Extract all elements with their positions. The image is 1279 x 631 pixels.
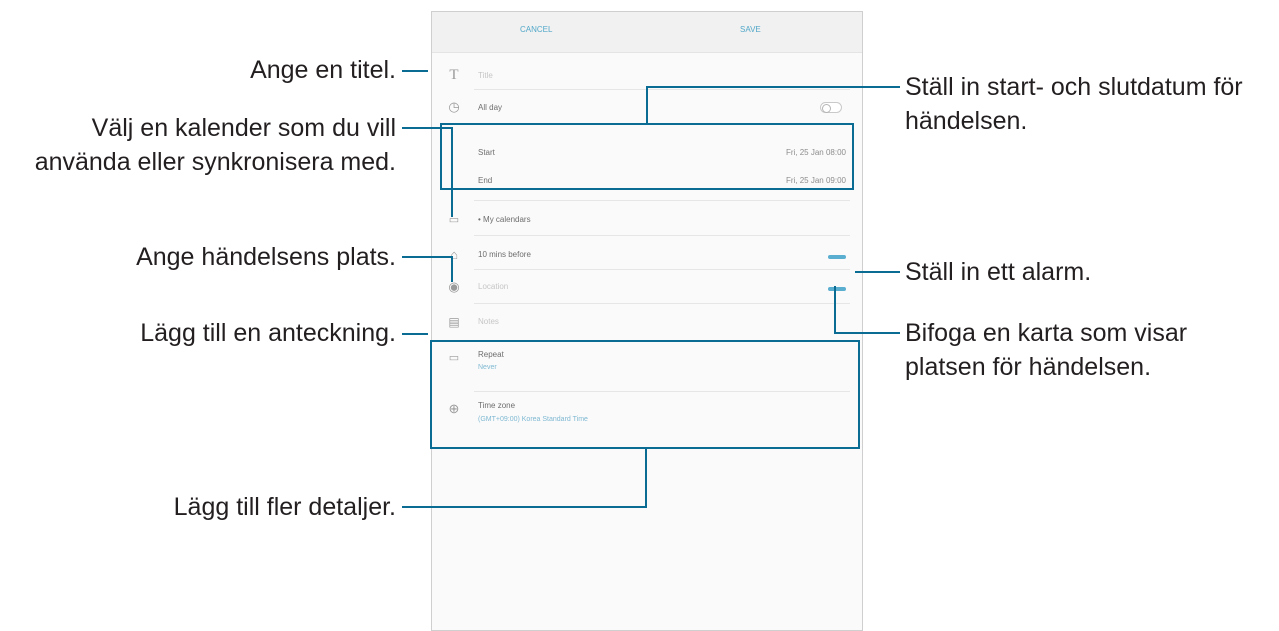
bell-icon: ⌂ xyxy=(450,247,458,262)
leader-line-dates-rise xyxy=(646,86,648,124)
clock-icon: ◷ xyxy=(448,99,460,114)
callout-details: Lägg till fler detaljer. xyxy=(173,493,396,521)
callout-location: Ange händelsens plats. xyxy=(136,243,396,271)
callout-dates-line2: händelsen. xyxy=(905,107,1028,135)
callout-dates-line1: Ställ in start- och slutdatum för xyxy=(905,73,1243,101)
leader-line-calendar-drop xyxy=(451,127,453,217)
reminder-label: 10 mins before xyxy=(478,250,531,259)
leader-line-details-rise xyxy=(645,448,647,508)
leader-line-note xyxy=(402,333,428,335)
notes-row[interactable]: ▤ Notes xyxy=(432,310,862,332)
top-action-bar: CANCEL SAVE xyxy=(432,12,862,53)
title-input[interactable]: Title xyxy=(478,71,493,80)
leader-line-title xyxy=(402,70,428,72)
leader-line-map xyxy=(834,332,900,334)
details-highlight-box xyxy=(430,340,860,449)
callout-map-line1: Bifoga en karta som visar xyxy=(905,319,1188,347)
callout-title: Ange en titel. xyxy=(250,56,396,84)
all-day-toggle[interactable] xyxy=(820,102,842,113)
divider xyxy=(474,235,850,236)
callout-map-line2: platsen för händelsen. xyxy=(905,353,1152,381)
calendar-icon: ▭ xyxy=(448,214,460,226)
divider xyxy=(474,89,850,90)
calendar-selector[interactable]: • My calendars xyxy=(478,215,531,224)
location-input[interactable]: Location xyxy=(478,282,508,291)
reminder-row[interactable]: ⌂ 10 mins before xyxy=(432,243,862,265)
callout-calendar-line1: Välj en kalender som du vill xyxy=(91,114,396,142)
notes-input[interactable]: Notes xyxy=(478,317,499,326)
leader-line-calendar xyxy=(402,127,452,129)
calendar-row[interactable]: ▭ • My calendars xyxy=(432,208,862,230)
leader-line-dates xyxy=(646,86,900,88)
map-button[interactable] xyxy=(828,287,846,291)
save-button[interactable]: SAVE xyxy=(740,25,761,34)
notes-icon: ▤ xyxy=(448,315,460,329)
leader-line-alarm xyxy=(855,271,900,273)
leader-line-details xyxy=(402,506,647,508)
callout-alarm: Ställ in ett alarm. xyxy=(905,258,1092,286)
dates-highlight-box xyxy=(440,123,854,190)
divider xyxy=(474,303,850,304)
divider xyxy=(474,200,850,201)
all-day-label: All day xyxy=(478,103,503,112)
add-reminder-button[interactable] xyxy=(828,255,846,259)
leader-line-location-drop xyxy=(451,256,453,282)
callout-calendar-line2: använda eller synkronisera med. xyxy=(34,148,396,176)
cancel-button[interactable]: CANCEL xyxy=(520,25,552,34)
leader-line-location xyxy=(402,256,452,258)
title-row[interactable]: T Title xyxy=(432,63,862,87)
location-row[interactable]: ◉ Location xyxy=(432,275,862,297)
title-icon: T xyxy=(449,67,459,83)
location-pin-icon: ◉ xyxy=(448,279,460,294)
leader-line-map-drop xyxy=(834,286,836,333)
divider xyxy=(474,269,850,270)
callout-note: Lägg till en anteckning. xyxy=(140,319,396,347)
